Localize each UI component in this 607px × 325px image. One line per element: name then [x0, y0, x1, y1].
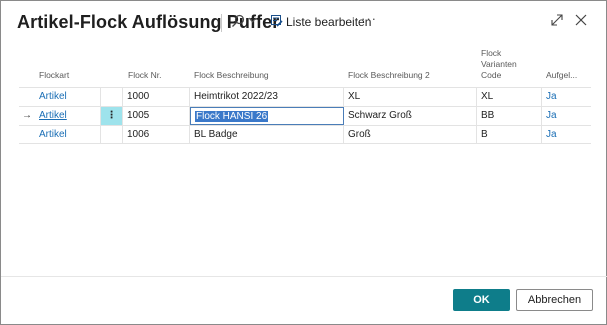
- cell-aufgeloest[interactable]: Ja: [542, 126, 591, 144]
- dialog: Artikel-Flock Auflösung Puffer Liste bea…: [0, 0, 607, 325]
- edit-list-label: Liste bearbeiten: [286, 15, 372, 29]
- more-options-button[interactable]: ···: [361, 11, 377, 26]
- header-separator: [221, 14, 222, 32]
- grid-header: Flockart Flock Nr. Flock Beschreibung Fl…: [1, 45, 607, 87]
- column-header-beschreibung[interactable]: Flock Beschreibung: [194, 70, 269, 81]
- ok-button[interactable]: OK: [453, 289, 510, 311]
- cell-aufgeloest[interactable]: Ja: [542, 107, 591, 125]
- cell-flockart[interactable]: Artikel: [35, 107, 101, 125]
- search-icon: [232, 14, 245, 27]
- search-button[interactable]: [229, 11, 261, 33]
- table-row-selected[interactable]: → Artikel ⋮ 1005 Flock HANSI 26 Schwarz …: [19, 106, 591, 125]
- footer-divider: [1, 276, 607, 277]
- column-header-flock-nr[interactable]: Flock Nr.: [128, 70, 162, 81]
- row-indicator: [19, 88, 35, 106]
- row-actions-button[interactable]: [101, 126, 123, 144]
- chevron-down-icon: [248, 17, 257, 23]
- column-header-varianten-code[interactable]: Flock Varianten Code: [481, 48, 517, 81]
- column-header-flockart[interactable]: Flockart: [39, 70, 69, 81]
- cell-flock-nr[interactable]: 1000: [123, 88, 190, 106]
- table-row[interactable]: Artikel 1006 BL Badge Groß B Ja: [19, 125, 591, 144]
- column-header-beschreibung-2[interactable]: Flock Beschreibung 2: [348, 70, 430, 81]
- column-header-aufgeloest[interactable]: Aufgel...: [546, 70, 577, 81]
- cell-beschreibung[interactable]: Heimtrikot 2022/23: [190, 88, 344, 106]
- close-button[interactable]: [574, 13, 590, 29]
- cell-flock-nr[interactable]: 1006: [123, 126, 190, 144]
- expand-button[interactable]: [550, 13, 566, 29]
- row-actions-button[interactable]: ⋮: [101, 107, 123, 125]
- cell-aufgeloest[interactable]: Ja: [542, 88, 591, 106]
- row-indicator-arrow-icon: →: [22, 110, 32, 121]
- cell-flockart[interactable]: Artikel: [35, 88, 101, 106]
- cell-beschreibung-2[interactable]: Schwarz Groß: [344, 107, 477, 125]
- table-row[interactable]: Artikel 1000 Heimtrikot 2022/23 XL XL Ja: [19, 87, 591, 106]
- cancel-button[interactable]: Abbrechen: [516, 289, 593, 311]
- cell-varianten-code[interactable]: B: [477, 126, 542, 144]
- cell-beschreibung-2[interactable]: XL: [344, 88, 477, 106]
- selected-text[interactable]: Flock HANSI 26: [195, 111, 269, 122]
- cell-varianten-code[interactable]: XL: [477, 88, 542, 106]
- row-indicator: [19, 126, 35, 144]
- edit-list-icon: [271, 15, 283, 27]
- cell-beschreibung[interactable]: BL Badge: [190, 126, 344, 144]
- cell-beschreibung-editing[interactable]: Flock HANSI 26: [190, 107, 344, 125]
- close-icon: [575, 14, 587, 26]
- row-actions-button[interactable]: [101, 88, 123, 106]
- cell-flockart[interactable]: Artikel: [35, 126, 101, 144]
- cell-varianten-code[interactable]: BB: [477, 107, 542, 125]
- cell-beschreibung-2[interactable]: Groß: [344, 126, 477, 144]
- expand-icon: [551, 14, 563, 26]
- cell-flock-nr[interactable]: 1005: [123, 107, 190, 125]
